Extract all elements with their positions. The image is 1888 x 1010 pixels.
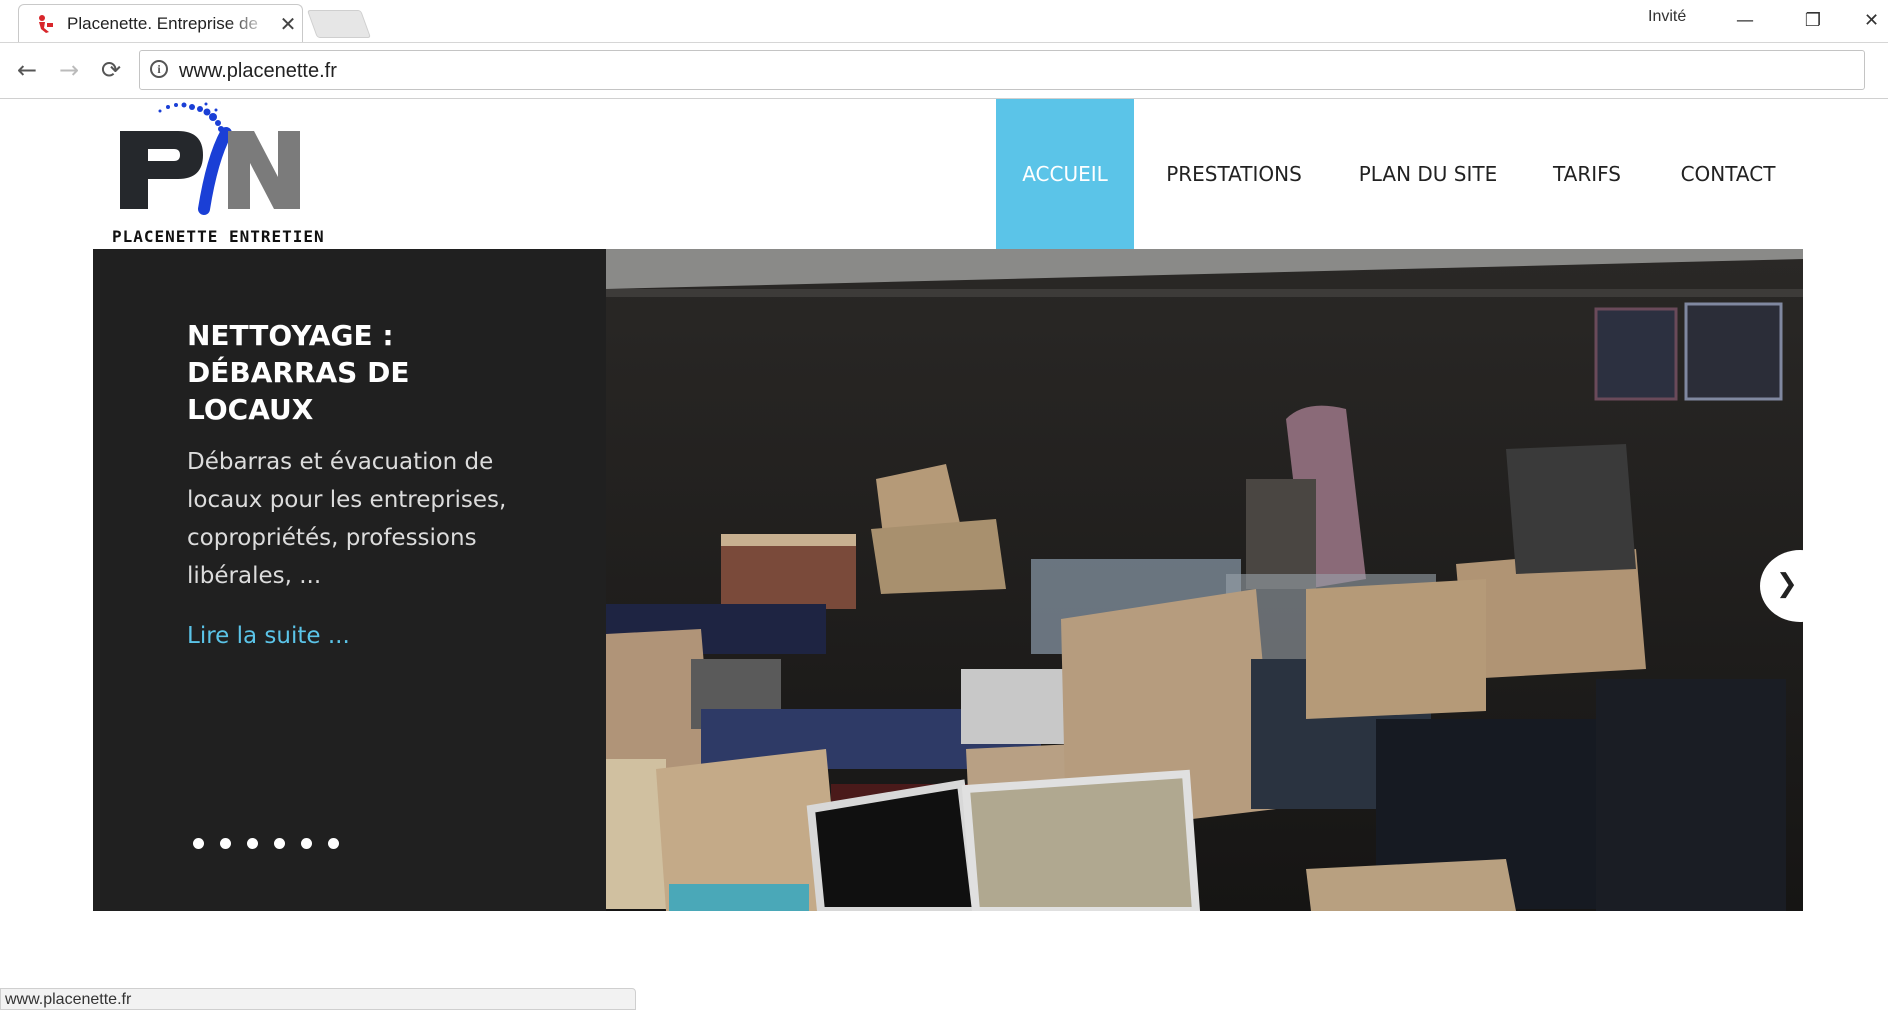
back-icon[interactable]: ←: [12, 55, 42, 85]
nav-contact[interactable]: CONTACT: [1672, 99, 1784, 249]
site-favicon-icon: [39, 15, 53, 33]
browser-tab[interactable]: Placenette. Entreprise de ✕: [18, 4, 303, 42]
slider-dot[interactable]: [220, 838, 231, 849]
slide-title: NETTOYAGE : DÉBARRAS DE LOCAUX: [187, 319, 410, 426]
browser-status-bar: www.placenette.fr: [0, 988, 636, 1010]
browser-toolbar: ← → ⟳ i www.placenette.fr: [0, 43, 1888, 99]
reload-icon[interactable]: ⟳: [96, 55, 126, 85]
restore-icon[interactable]: ❐: [1788, 6, 1838, 36]
read-more-link[interactable]: Lire la suite ...: [187, 623, 350, 649]
hero-slider: NETTOYAGE : DÉBARRAS DE LOCAUX Débarras …: [93, 249, 1803, 911]
browser-titlebar: Placenette. Entreprise de ✕ Invité — ❐ ✕: [0, 0, 1888, 43]
slider-dot[interactable]: [301, 838, 312, 849]
nav-tarifs[interactable]: TARIFS: [1545, 99, 1629, 249]
nav-accueil[interactable]: ACCUEIL: [996, 99, 1134, 249]
slide-caption-panel: NETTOYAGE : DÉBARRAS DE LOCAUX Débarras …: [93, 249, 606, 911]
slider-dot[interactable]: [247, 838, 258, 849]
slider-dot[interactable]: [274, 838, 285, 849]
tab-close-icon[interactable]: ✕: [275, 11, 301, 37]
address-bar[interactable]: i www.placenette.fr: [139, 50, 1865, 90]
slider-dot[interactable]: [193, 838, 204, 849]
new-tab-button[interactable]: [306, 10, 372, 38]
status-url: www.placenette.fr: [5, 991, 132, 1008]
slide-description: Débarras et évacuation de locaux pour le…: [187, 449, 507, 589]
slider-dot[interactable]: [328, 838, 339, 849]
profile-label[interactable]: Invité: [1648, 8, 1686, 26]
minimize-icon[interactable]: —: [1720, 6, 1770, 36]
slide-image-cluttered-storage: [606, 249, 1803, 911]
window-close-icon[interactable]: ✕: [1855, 6, 1888, 36]
chevron-right-icon: ❯: [1776, 569, 1798, 599]
nav-plan-du-site[interactable]: PLAN DU SITE: [1350, 99, 1506, 249]
forward-icon[interactable]: →: [54, 55, 84, 85]
site-info-icon[interactable]: i: [150, 60, 168, 78]
nav-prestations[interactable]: PRESTATIONS: [1154, 99, 1314, 249]
logo-text: PLACENETTE ENTRETIEN: [112, 227, 325, 246]
site-header: PLACENETTE ENTRETIEN ACCUEIL PRESTATIONS…: [0, 99, 1888, 249]
url-text[interactable]: www.placenette.fr: [179, 60, 337, 83]
tab-title-fade: [229, 9, 269, 37]
